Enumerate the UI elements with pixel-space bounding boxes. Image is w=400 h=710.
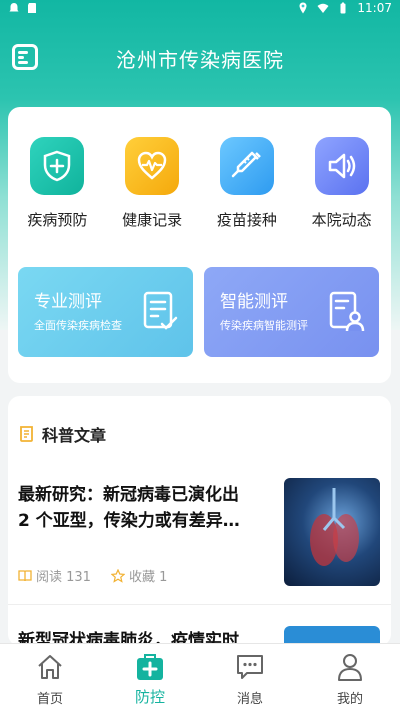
quick-actions: 疾病预防 健康记录 疫苗接种 本院动态 bbox=[8, 137, 391, 230]
favorite-count-label: 收藏 1 bbox=[128, 570, 168, 585]
evaluation-title: 智能测评 bbox=[220, 292, 288, 312]
quick-action-vaccination[interactable]: 疫苗接种 bbox=[207, 137, 287, 230]
tab-label: 我的 bbox=[336, 692, 363, 707]
article-title: 最新研究：新冠病毒已演化出 2 个亚型，传染力或有差异… bbox=[18, 485, 240, 531]
syringe-icon bbox=[219, 137, 274, 195]
article-item[interactable]: 最新研究：新冠病毒已演化出 2 个亚型，传染力或有差异… 阅读 131 收藏 1 bbox=[18, 476, 380, 586]
quick-action-label: 疫苗接种 bbox=[216, 211, 277, 229]
tab-label: 首页 bbox=[36, 692, 63, 707]
app-header: 沧州市传染病医院 bbox=[0, 38, 400, 78]
battery-icon bbox=[340, 2, 346, 14]
tab-home[interactable]: 首页 bbox=[10, 644, 90, 710]
quick-action-label: 本院动态 bbox=[311, 211, 372, 229]
tab-prevention[interactable]: 防控 bbox=[110, 644, 190, 710]
bottom-tab-bar: 首页 防控 消息 我的 bbox=[0, 643, 400, 710]
article-meta: 阅读 131 收藏 1 bbox=[18, 566, 167, 585]
star-icon bbox=[110, 568, 125, 583]
section-title: 科普文章 bbox=[42, 426, 107, 445]
read-count: 阅读 131 bbox=[18, 566, 91, 585]
scroll-icon bbox=[20, 426, 33, 442]
location-icon bbox=[299, 2, 307, 14]
sd-card-icon bbox=[28, 3, 36, 13]
read-count-label: 阅读 131 bbox=[36, 570, 91, 585]
wifi-icon bbox=[317, 3, 329, 13]
evaluation-subtitle: 传染疾病智能测评 bbox=[220, 319, 308, 332]
medical-kit-icon bbox=[137, 654, 163, 680]
page-title: 沧州市传染病医院 bbox=[116, 48, 284, 72]
divider bbox=[8, 604, 391, 605]
quick-action-label: 疾病预防 bbox=[27, 211, 88, 229]
shield-plus-icon bbox=[30, 137, 85, 195]
notification-icon bbox=[9, 3, 19, 12]
favorite-count[interactable]: 收藏 1 bbox=[110, 566, 168, 585]
evaluation-title: 专业测评 bbox=[34, 292, 102, 312]
tab-messages[interactable]: 消息 bbox=[210, 644, 290, 710]
tab-label: 防控 bbox=[134, 688, 165, 706]
evaluation-row: 专业测评 全面传染疾病检查 智能测评 传染疾病智能测评 bbox=[18, 267, 379, 357]
quick-action-disease-prevention[interactable]: 疾病预防 bbox=[17, 137, 97, 230]
quick-action-label: 健康记录 bbox=[122, 211, 183, 229]
user-icon bbox=[338, 654, 362, 681]
heart-pulse-icon bbox=[125, 137, 180, 195]
services-card: 疾病预防 健康记录 疫苗接种 本院动态 专业测评 全面传染疾病检查 智能测评 传… bbox=[8, 107, 391, 383]
tab-profile[interactable]: 我的 bbox=[310, 644, 390, 710]
articles-section-header: 科普文章 bbox=[18, 422, 106, 446]
tab-label: 消息 bbox=[236, 692, 263, 707]
person-report-icon bbox=[329, 291, 365, 332]
checklist-icon bbox=[143, 291, 178, 330]
book-icon bbox=[18, 569, 32, 581]
articles-card: 科普文章 最新研究：新冠病毒已演化出 2 个亚型，传染力或有差异… 阅读 131… bbox=[8, 396, 391, 646]
home-icon bbox=[38, 655, 62, 679]
status-bar: 11:07 bbox=[0, 0, 400, 18]
article-thumbnail bbox=[284, 478, 380, 586]
evaluation-subtitle: 全面传染疾病检查 bbox=[34, 319, 122, 332]
smart-evaluation-button[interactable]: 智能测评 传染疾病智能测评 bbox=[204, 267, 379, 357]
message-icon bbox=[237, 655, 263, 679]
speaker-icon bbox=[314, 137, 369, 195]
status-time: 11:07 bbox=[357, 1, 392, 15]
quick-action-health-record[interactable]: 健康记录 bbox=[112, 137, 192, 230]
professional-evaluation-button[interactable]: 专业测评 全面传染疾病检查 bbox=[18, 267, 193, 357]
quick-action-hospital-news[interactable]: 本院动态 bbox=[302, 137, 382, 230]
